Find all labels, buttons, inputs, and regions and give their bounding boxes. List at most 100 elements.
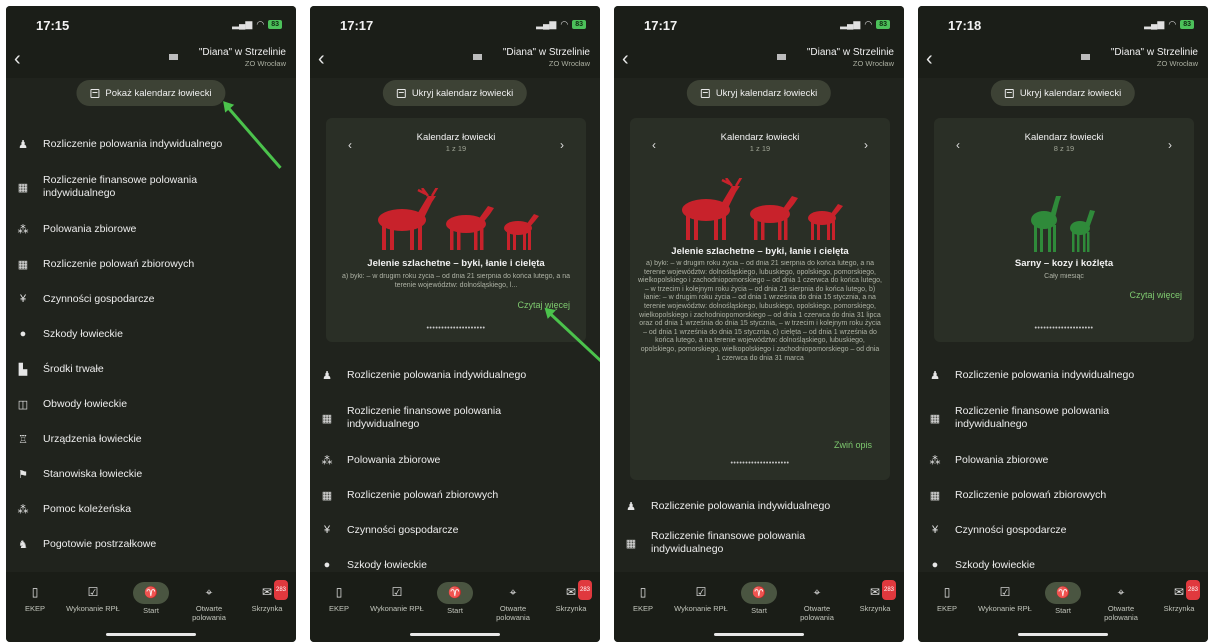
menu-item-individual-hunt[interactable]: ♟ Rozliczenie polowania indywidualnego bbox=[310, 363, 600, 387]
clock: 17:17 bbox=[340, 18, 374, 33]
inbox-icon: ✉ 283 bbox=[846, 580, 904, 602]
system-icons: ▂▄▆ ◠ 83 bbox=[840, 19, 890, 30]
nav-start[interactable]: ♈ Start bbox=[730, 582, 788, 615]
nav-inbox[interactable]: ✉ 283 Skrzynka bbox=[542, 580, 600, 613]
hunting-calendar-card: ‹ › Kalendarz łowiecki 1 z 19 Jelenie sz… bbox=[630, 118, 890, 480]
menu-item-individual-hunt[interactable]: ♟ Rozliczenie polowania indywidualnego bbox=[918, 363, 1208, 387]
club-logo-icon bbox=[777, 54, 786, 60]
nav-inbox[interactable]: ✉ 283 Skrzynka bbox=[238, 580, 296, 613]
nav-rpl[interactable]: ☑ Wykonanie RPŁ bbox=[64, 582, 122, 613]
inbox-badge: 283 bbox=[578, 580, 593, 600]
crosshair-icon: ⌖ bbox=[813, 585, 821, 599]
read-more-link[interactable]: Czytaj więcej bbox=[1129, 290, 1182, 300]
menu-item-activities[interactable]: ¥ Czynności gospodarcze bbox=[6, 287, 296, 311]
menu-item-assets[interactable]: ▙ Środki trwałe bbox=[6, 357, 296, 381]
deer-icon: ♈ bbox=[741, 582, 777, 604]
nav-rpl[interactable]: ☑ Wykonanie RPŁ bbox=[672, 582, 730, 613]
menu-list: ♟ Rozliczenie polowania indywidualnego ▦ R… bbox=[310, 363, 600, 577]
menu-item-group-hunts[interactable]: ⁂ Polowania zbiorowe bbox=[310, 448, 600, 472]
nav-ekep[interactable]: ▯ EKEP bbox=[6, 582, 64, 613]
signal-icon: ▂▄▆ bbox=[840, 19, 861, 29]
calendar-page: 1 z 19 bbox=[445, 144, 467, 153]
roe-deer-illustration bbox=[1031, 196, 1095, 252]
phone-screen-2: 17:17 ▂▄▆ ◠ 83 ‹ "Diana" w Strzelinie ZO W… bbox=[310, 6, 600, 642]
nav-open-hunts[interactable]: ⌖ Otwarte polowania bbox=[1092, 582, 1150, 622]
nav-ekep[interactable]: ▯ EKEP bbox=[918, 582, 976, 613]
club-district: ZO Wrocław bbox=[1156, 59, 1198, 68]
carousel-dots: •••••••••••••••••••• bbox=[730, 460, 790, 467]
dog-icon: ♞ bbox=[18, 538, 28, 551]
book-icon: ▯ bbox=[639, 585, 647, 599]
menu-item-stands[interactable]: ⚑ Stanowiska łowieckie bbox=[6, 462, 296, 486]
calendar-check-icon: ☑ bbox=[999, 585, 1011, 599]
nav-start[interactable]: ♈ Start bbox=[122, 582, 180, 615]
menu-item-facilities[interactable]: ♖ Urządzenia łowieckie bbox=[6, 427, 296, 451]
menu-item-individual-finance[interactable]: ▦ Rozliczenie finansowe polowania indywid… bbox=[310, 399, 600, 437]
back-arrow-icon[interactable]: ‹ bbox=[14, 48, 21, 71]
clock: 17:18 bbox=[948, 18, 982, 33]
menu-item-individual-hunt[interactable]: ♟ Rozliczenie polowania indywidualnego bbox=[614, 494, 904, 518]
menu-item-individual-finance[interactable]: ▦ Rozliczenie finansowe polowania indywid… bbox=[918, 399, 1208, 437]
nav-inbox[interactable]: ✉ 283 Skrzynka bbox=[846, 580, 904, 613]
deer-head-icon: ¥ bbox=[323, 524, 331, 536]
menu-item-group-finance[interactable]: ▦ Rozliczenie polowań zbiorowych bbox=[918, 483, 1208, 507]
back-arrow-icon[interactable]: ‹ bbox=[318, 48, 325, 71]
deer-icon: ♈ bbox=[133, 582, 169, 604]
book-icon: ▯ bbox=[943, 585, 951, 599]
animal-description: Cały miesiąc bbox=[1044, 273, 1084, 280]
menu-item-individual-finance[interactable]: ▦ Rozliczenie finansowe polowania indywid… bbox=[6, 168, 296, 206]
app-header: ‹ "Diana" w Strzelinie ZO Wrocław bbox=[614, 40, 904, 78]
hide-calendar-button[interactable]: Ukryj kalendarz łowiecki bbox=[990, 80, 1136, 106]
menu-list: ♟ Rozliczenie polowania indywidualnego ▦ R… bbox=[918, 363, 1208, 577]
club-logo-icon bbox=[169, 54, 178, 60]
back-arrow-icon[interactable]: ‹ bbox=[622, 48, 629, 71]
home-indicator bbox=[410, 633, 500, 636]
menu-item-activities[interactable]: ¥ Czynności gospodarcze bbox=[310, 518, 600, 542]
calendar-icon bbox=[396, 88, 406, 98]
phone-screen-1: 17:15 ▂▄▆ ◠ 83 ‹ "Diana" w Strzelinie ZO W… bbox=[6, 6, 296, 642]
menu-item-activities[interactable]: ¥ Czynności gospodarcze bbox=[918, 518, 1208, 542]
show-calendar-button[interactable]: Pokaż kalendarz łowiecki bbox=[76, 80, 226, 106]
nav-start[interactable]: ♈ Start bbox=[1034, 582, 1092, 615]
bank-icon: ▦ bbox=[321, 489, 333, 502]
hide-calendar-button[interactable]: Ukryj kalendarz łowiecki bbox=[686, 80, 832, 106]
menu-item-individual-hunt[interactable]: ♟ Rozliczenie polowania indywidualnego bbox=[6, 132, 296, 156]
nav-open-hunts[interactable]: ⌖ Otwarte polowania bbox=[788, 582, 846, 622]
menu-item-group-hunts[interactable]: ⁂ Polowania zbiorowe bbox=[6, 217, 296, 241]
signal-icon: ▂▄▆ bbox=[1144, 19, 1165, 29]
menu-item-districts[interactable]: ◫ Obwody łowieckie bbox=[6, 392, 296, 416]
collapse-link[interactable]: Zwiń opis bbox=[834, 440, 872, 450]
club-info: "Diana" w Strzelinie ZO Wrocław bbox=[807, 47, 894, 68]
hide-calendar-button[interactable]: Ukryj kalendarz łowiecki bbox=[382, 80, 528, 106]
deer-head-icon: ¥ bbox=[931, 524, 939, 536]
status-bar: 17:15 ▂▄▆ ◠ 83 bbox=[6, 6, 296, 40]
menu-item-individual-finance[interactable]: ▦ Rozliczenie finansowe polowania indywid… bbox=[614, 526, 904, 560]
menu-item-tracking[interactable]: ♞ Pogotowie postrzałkowe bbox=[6, 532, 296, 556]
nav-start[interactable]: ♈ Start bbox=[426, 582, 484, 615]
hide-calendar-label: Ukryj kalendarz łowiecki bbox=[715, 87, 818, 99]
menu-item-damages[interactable]: ● Szkody łowieckie bbox=[6, 322, 296, 346]
person-icon: ♟ bbox=[322, 369, 332, 382]
nav-ekep[interactable]: ▯ EKEP bbox=[614, 582, 672, 613]
nav-open-hunts[interactable]: ⌖ Otwarte polowania bbox=[484, 582, 542, 622]
system-icons: ▂▄▆ ◠ 83 bbox=[232, 19, 282, 30]
home-indicator bbox=[106, 633, 196, 636]
menu-item-group-finance[interactable]: ▦ Rozliczenie polowań zbiorowych bbox=[6, 252, 296, 276]
nav-rpl[interactable]: ☑ Wykonanie RPŁ bbox=[976, 582, 1034, 613]
menu-item-mutual-help[interactable]: ⁂ Pomoc koleżeńska bbox=[6, 497, 296, 521]
animal-title: Jelenie szlachetne – byki, łanie i cielę… bbox=[367, 258, 545, 269]
nav-ekep[interactable]: ▯ EKEP bbox=[310, 582, 368, 613]
club-logo-icon bbox=[473, 54, 482, 60]
nav-inbox[interactable]: ✉ 283 Skrzynka bbox=[1150, 580, 1208, 613]
menu-list: ♟ Rozliczenie polowania indywidualnego ▦ R… bbox=[614, 494, 904, 560]
menu-item-group-hunts[interactable]: ⁂ Polowania zbiorowe bbox=[918, 448, 1208, 472]
crosshair-icon: ⌖ bbox=[1117, 585, 1125, 599]
tower-icon: ♖ bbox=[18, 433, 28, 446]
home-indicator bbox=[714, 633, 804, 636]
clock: 17:15 bbox=[36, 18, 70, 33]
back-arrow-icon[interactable]: ‹ bbox=[926, 48, 933, 71]
nav-rpl[interactable]: ☑ Wykonanie RPŁ bbox=[368, 582, 426, 613]
menu-item-group-finance[interactable]: ▦ Rozliczenie polowań zbiorowych bbox=[310, 483, 600, 507]
nav-open-hunts[interactable]: ⌖ Otwarte polowania bbox=[180, 582, 238, 622]
bottom-nav: ▯ EKEP ☑ Wykonanie RPŁ ♈ Start ⌖ Otwarte pol… bbox=[918, 572, 1208, 642]
